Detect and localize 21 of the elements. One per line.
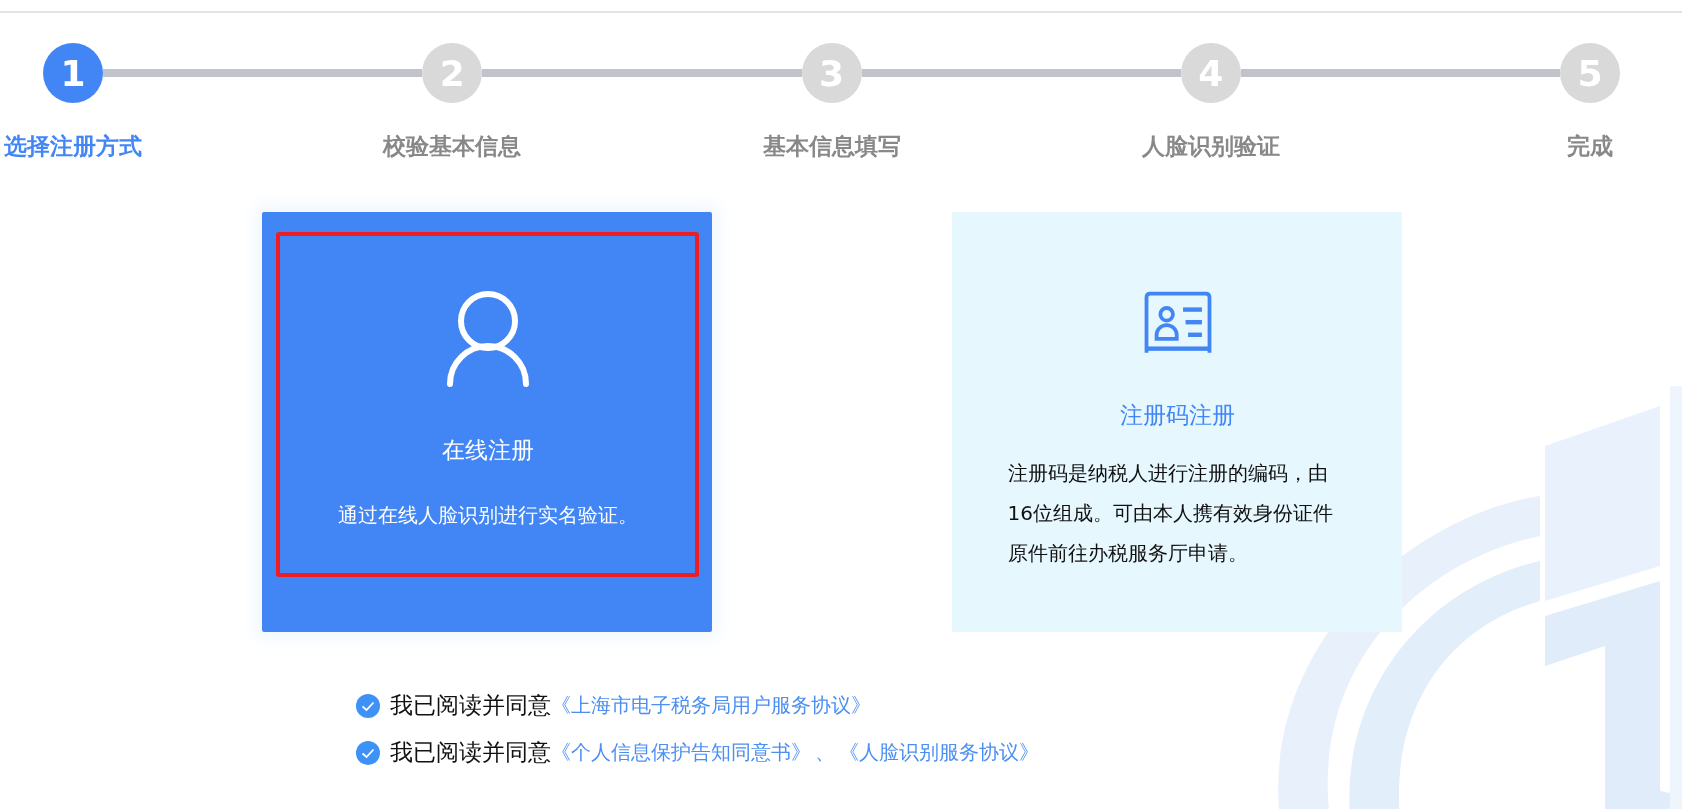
checkbox[interactable] [356, 693, 380, 718]
option-title: 注册码注册 [1120, 401, 1235, 430]
option-description: 注册码是纳税人进行注册的编码，由16位组成。可由本人携有效身份证件原件前往办税服务厅申请。 [1007, 460, 1334, 567]
agreement-link[interactable]: 《人脸识别服务协议》 [839, 739, 1039, 766]
agreement-label: 我已阅读并同意 [390, 691, 551, 720]
separator: 、 [815, 739, 835, 766]
checkbox[interactable] [356, 740, 380, 765]
agreement-label: 我已阅读并同意 [390, 738, 551, 767]
agreement-link[interactable]: 《上海市电子税务局用户服务协议》 [551, 692, 871, 719]
step-label: 完成 [1567, 132, 1613, 161]
option-title: 在线注册 [441, 436, 534, 465]
step-number: 1 [43, 43, 103, 103]
step-label: 人脸识别验证 [1141, 132, 1280, 161]
step-label: 选择注册方式 [4, 132, 142, 161]
step-label: 校验基本信息 [383, 132, 522, 161]
person-icon [445, 291, 530, 389]
option-description: 通过在线人脸识别进行实名验证。 [337, 502, 638, 528]
option-card[interactable]: 注册码注册 注册码是纳税人进行注册的编码，由16位组成。可由本人携有效身份证件原件前往办税服务厅申请。 [952, 212, 1402, 632]
step-label: 基本信息填写 [762, 132, 901, 161]
option-card[interactable]: 在线注册 通过在线人脸识别进行实名验证。 [262, 212, 712, 632]
agreement-link[interactable]: 《个人信息保护告知同意书》 [551, 739, 811, 766]
